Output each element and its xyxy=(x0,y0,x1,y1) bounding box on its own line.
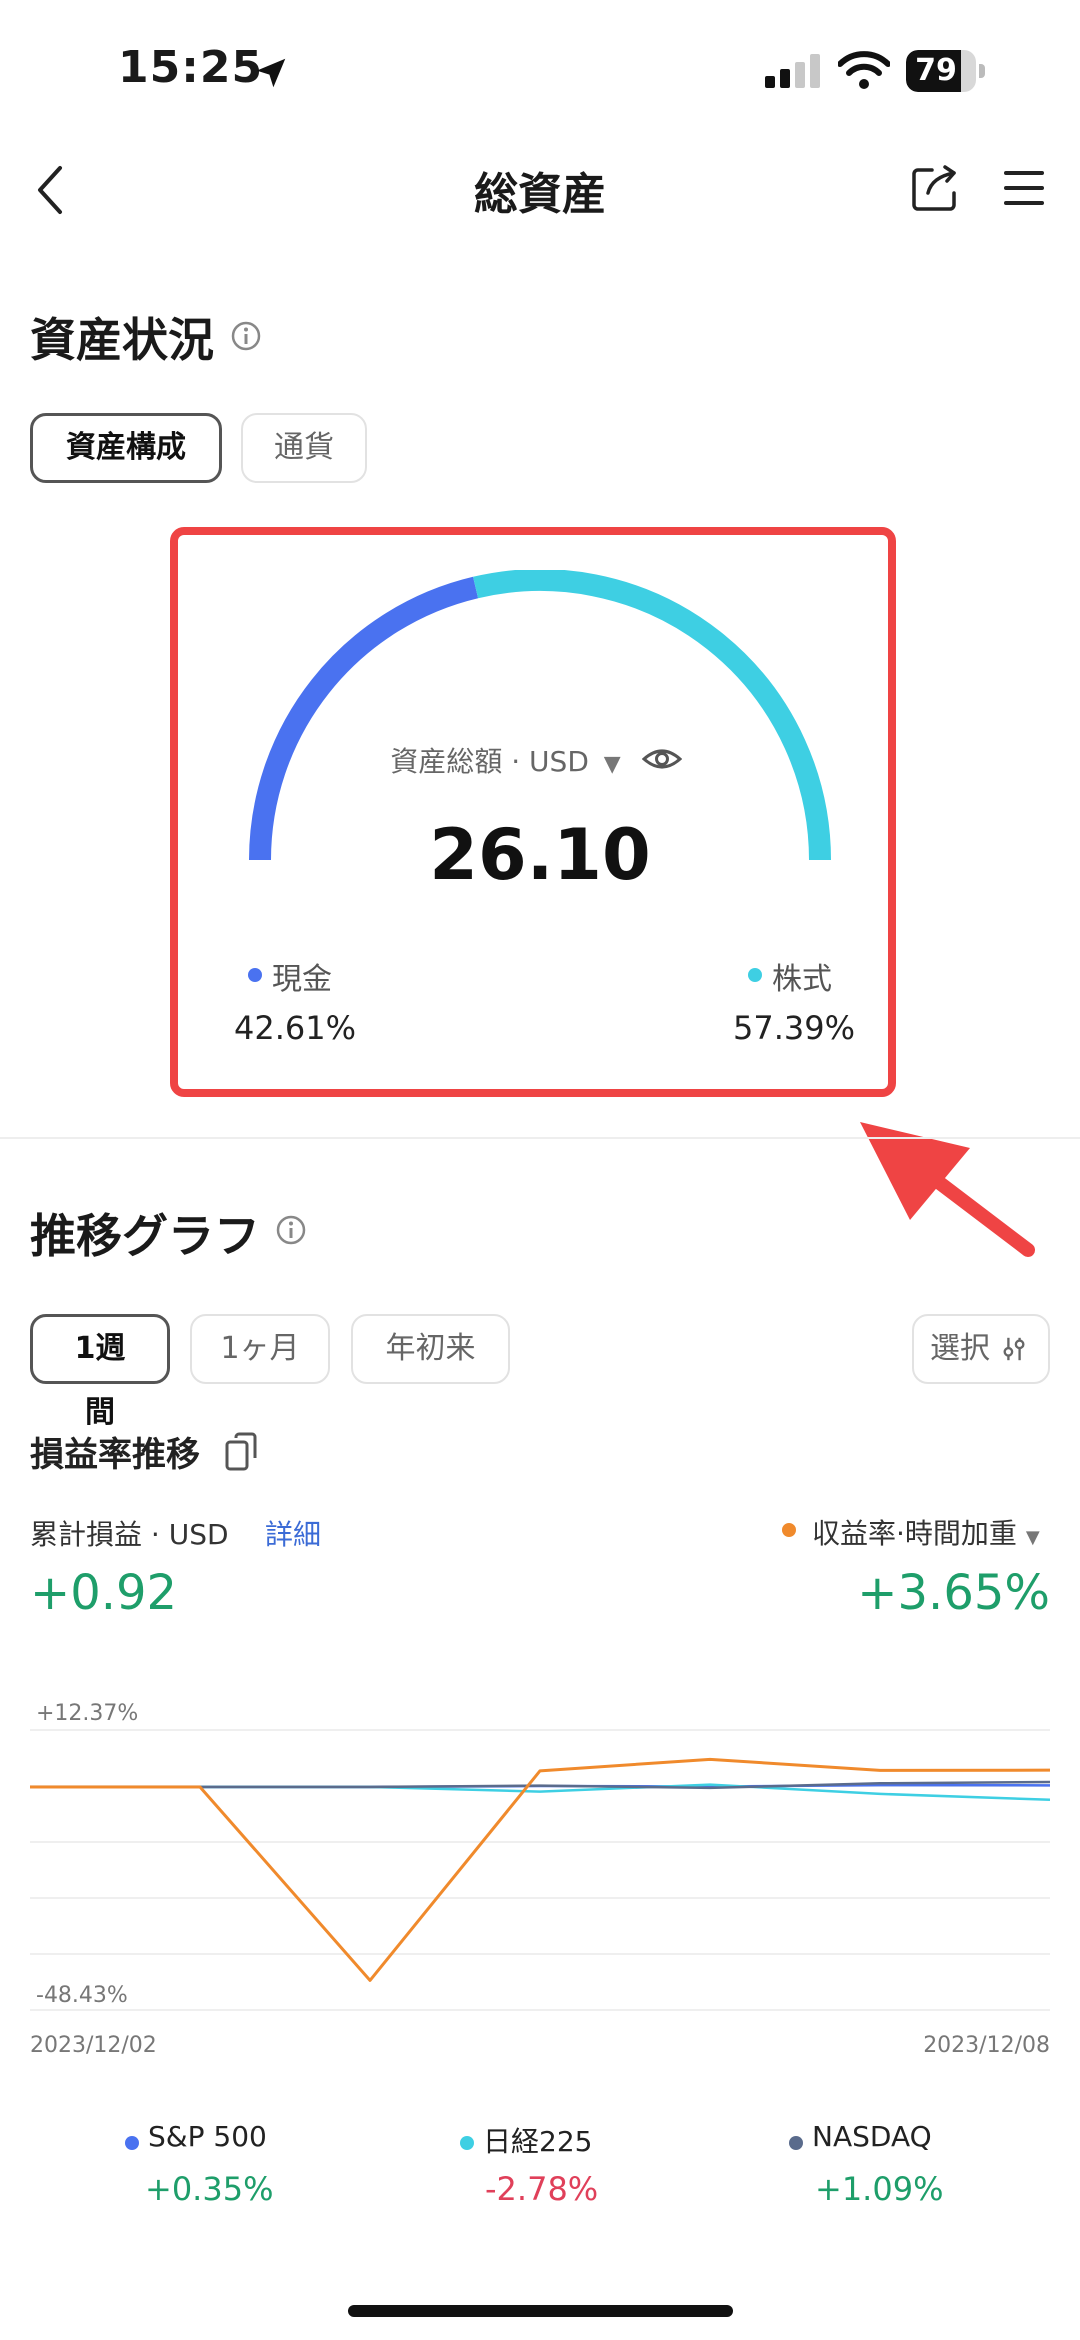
trend-graph-title: 推移グラフ xyxy=(30,1209,260,1263)
details-link[interactable]: 詳細 xyxy=(265,1513,321,1553)
stock-legend-dot xyxy=(748,968,762,982)
nikkei225-value: -2.78% xyxy=(485,2170,599,2208)
wifi-icon xyxy=(838,51,890,89)
nasdaq-name: NASDAQ xyxy=(812,2120,932,2153)
tab-currency[interactable]: 通貨 xyxy=(241,413,367,483)
select-benchmark-button[interactable]: 選択 xyxy=(912,1314,1050,1384)
nasdaq-legend-dot xyxy=(789,2136,803,2150)
nasdaq-value: +1.09% xyxy=(815,2170,944,2208)
info-icon[interactable] xyxy=(275,1214,307,1246)
cash-legend-label: 現金 xyxy=(272,962,332,997)
eye-icon[interactable] xyxy=(642,741,682,777)
y-tick-label-max: +12.37% xyxy=(36,1701,138,1726)
pl-rate-title: 損益率推移 xyxy=(30,1435,200,1475)
tab-year-to-date[interactable]: 年初来 xyxy=(351,1314,510,1384)
sp500-name: S&P 500 xyxy=(148,2120,267,2153)
pl-rate-chart: +12.37% -48.43% xyxy=(30,1701,1050,2011)
battery-icon: 79 xyxy=(906,50,986,92)
stock-percent: 57.39% xyxy=(733,1009,856,1047)
sp500-value: +0.35% xyxy=(145,2170,274,2208)
copy-icon[interactable] xyxy=(224,1432,260,1472)
tab-1-week[interactable]: 1週間 xyxy=(30,1314,170,1430)
section-divider xyxy=(0,1137,1080,1139)
return-rate-label: 収益率·時間加重 xyxy=(812,1517,1017,1550)
stock-legend-label: 株式 xyxy=(772,962,832,997)
return-rate-legend-dot xyxy=(782,1523,796,1537)
return-rate-value: +3.65% xyxy=(857,1565,1050,1621)
select-label: 選択 xyxy=(930,1331,990,1366)
info-icon[interactable] xyxy=(230,320,262,352)
nikkei225-legend-dot xyxy=(460,2136,474,2150)
sliders-icon xyxy=(1003,1337,1025,1361)
cellular-signal-icon xyxy=(765,54,820,88)
currency-dropdown-icon[interactable]: ▼ xyxy=(604,752,621,777)
total-assets-label-text: 資産総額 · USD xyxy=(390,745,589,778)
tab-1-month[interactable]: 1ヶ月 xyxy=(190,1314,330,1384)
location-arrow-icon xyxy=(256,58,286,88)
chevron-down-icon: ▼ xyxy=(1025,1527,1040,1548)
status-time: 15:25 xyxy=(118,42,264,93)
benchmark-row: S&P 500 +0.35% 日経225 -2.78% NASDAQ +1.09… xyxy=(0,2120,1080,2240)
y-tick-label-min: -48.43% xyxy=(36,1983,128,2008)
share-icon[interactable] xyxy=(910,163,960,213)
cash-legend-dot xyxy=(248,968,262,982)
sp500-legend-dot xyxy=(125,2136,139,2150)
x-tick-label-end: 2023/12/08 xyxy=(923,2033,1050,2058)
nikkei225-name: 日経225 xyxy=(483,2125,593,2158)
annotation-arrow xyxy=(860,1122,1035,1257)
x-tick-label-start: 2023/12/02 xyxy=(30,2033,157,2058)
battery-level: 79 xyxy=(915,53,957,88)
tab-asset-composition[interactable]: 資産構成 xyxy=(30,413,222,483)
asset-status-title: 資産状況 xyxy=(30,313,214,367)
total-assets-value: 26.10 xyxy=(429,814,651,896)
total-assets-label[interactable]: 資産総額 · USD ▼ xyxy=(0,740,1080,780)
screen: 15:25 79 総資産 資産状況 資産構成 通貨 資産総額 · USD ▼ 2… xyxy=(0,0,1080,2340)
cash-percent: 42.61% xyxy=(234,1009,357,1047)
home-indicator xyxy=(348,2305,733,2317)
cumulative-pl-value: +0.92 xyxy=(30,1565,178,1621)
return-rate-dropdown[interactable]: 収益率·時間加重 ▼ xyxy=(812,1512,1040,1552)
menu-icon[interactable] xyxy=(1002,167,1046,209)
cumulative-pl-label: 累計損益 · USD xyxy=(30,1518,229,1551)
